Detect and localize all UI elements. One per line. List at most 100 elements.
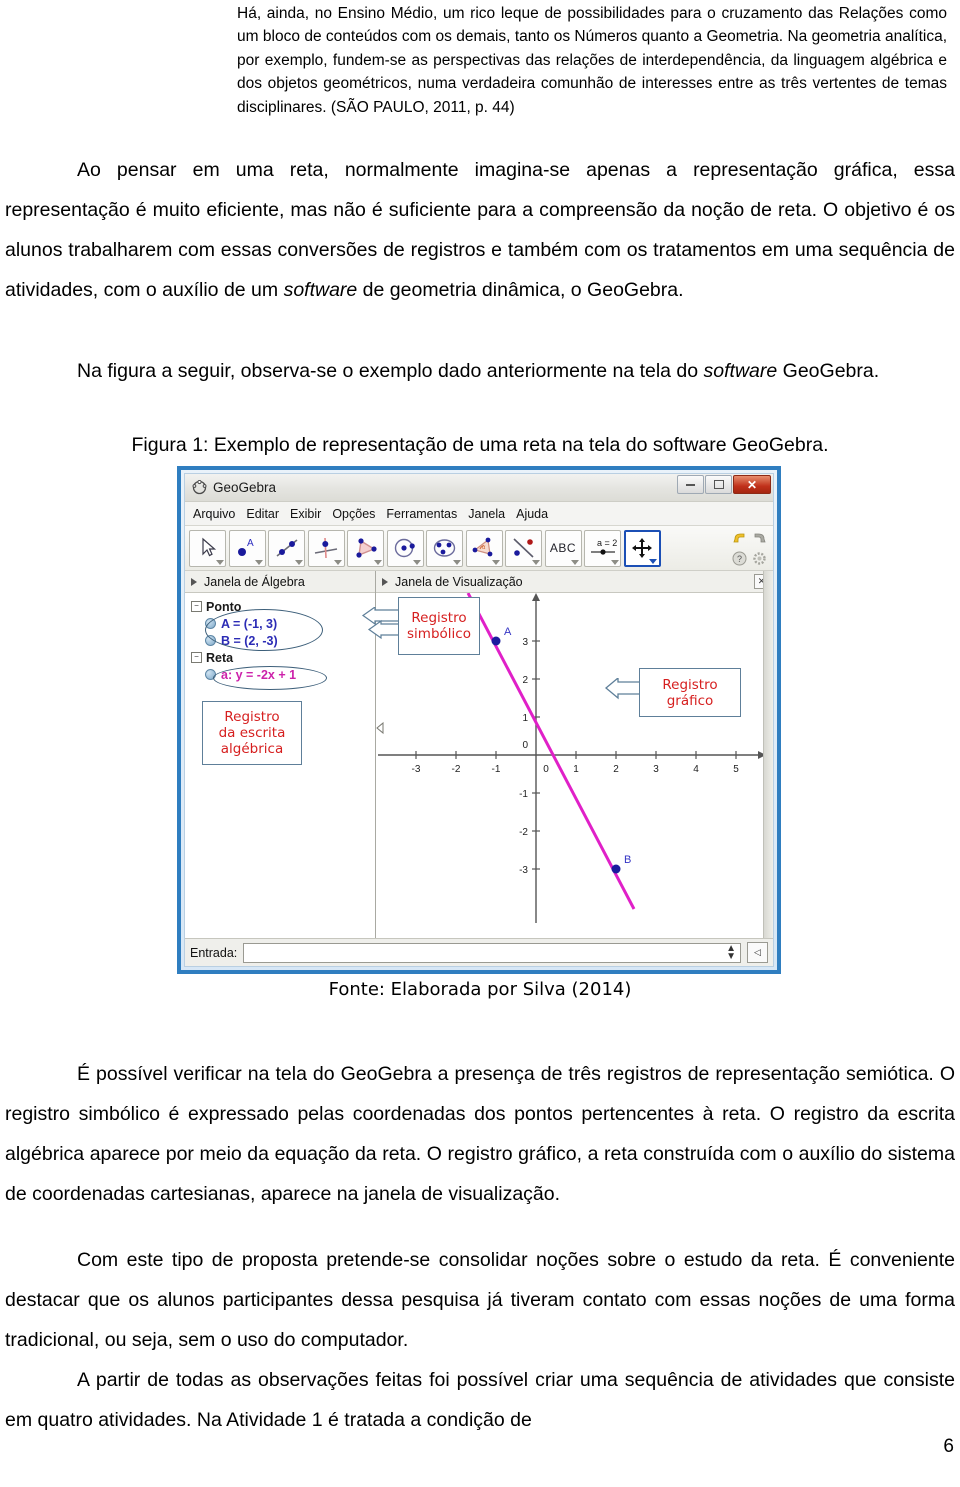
algebra-group-ponto[interactable]: − Ponto xyxy=(191,598,375,615)
svg-text:0: 0 xyxy=(543,764,549,775)
algebra-group-label: Reta xyxy=(206,650,234,665)
svg-text:-3: -3 xyxy=(519,865,528,876)
graphics-pane: Janela de Visualização ✕ -3 -2 -1 0 1 2 … xyxy=(361,571,773,938)
p2-emphasis: software xyxy=(703,360,778,382)
text-tool-button[interactable]: ABC xyxy=(544,529,582,567)
point-B-label: B xyxy=(624,854,631,866)
collapse-minus-icon[interactable]: − xyxy=(191,652,202,663)
visibility-toggle-icon[interactable] xyxy=(205,669,216,680)
menu-item-ajuda[interactable]: Ajuda xyxy=(516,507,548,521)
angle-tool-button[interactable]: α xyxy=(465,529,503,567)
svg-text:4: 4 xyxy=(693,764,699,775)
p1-emphasis: software xyxy=(283,279,358,301)
algebra-group-reta[interactable]: − Reta xyxy=(191,649,375,666)
svg-text:-1: -1 xyxy=(492,764,501,775)
visibility-toggle-icon[interactable] xyxy=(205,635,216,646)
circle-tool-button[interactable] xyxy=(386,529,424,567)
spinner-icon[interactable]: ▲ ▼ xyxy=(726,943,736,961)
point-A-icon: A xyxy=(238,538,254,556)
algebra-tree: − Ponto A = (-1, 3) B = (2, -3) − Reta a… xyxy=(185,593,375,938)
svg-text:α: α xyxy=(482,545,486,551)
point-tool-button[interactable]: A xyxy=(228,529,266,567)
chevron-down-icon xyxy=(610,560,619,565)
chevron-down-icon xyxy=(334,560,342,565)
callout-registro-escrita-algebrica: Registro da escrita algébrica xyxy=(202,701,302,765)
input-bar-label: Entrada: xyxy=(190,945,238,960)
block-quote: Há, ainda, no Ensino Médio, um rico lequ… xyxy=(237,2,947,119)
input-help-toggle-button[interactable]: ◁ xyxy=(747,942,768,963)
callout-line: Registro xyxy=(224,709,280,725)
svg-text:2: 2 xyxy=(613,764,619,775)
chevron-down-icon xyxy=(294,560,303,565)
chevron-down-icon xyxy=(215,560,224,565)
conic-tool-button[interactable] xyxy=(426,529,463,567)
svg-text:-1: -1 xyxy=(519,789,528,800)
menu-item-editar[interactable]: Editar xyxy=(246,507,279,521)
callout-arrow-grafico xyxy=(604,678,643,700)
chevron-down-icon xyxy=(492,560,500,565)
algebra-item-a[interactable]: a: y = -2x + 1 xyxy=(191,666,375,683)
paragraph-3-text: É possível verificar na tela do GeoGebra… xyxy=(5,1063,955,1205)
polygon-tool-button[interactable] xyxy=(347,529,384,567)
undo-icon[interactable] xyxy=(730,529,749,548)
paragraph-1: Ao pensar em uma reta, normalmente imagi… xyxy=(5,150,955,310)
menu-item-opcoes[interactable]: Opções xyxy=(332,507,375,521)
algebra-item-A[interactable]: A = (-1, 3) xyxy=(191,615,375,632)
help-icon[interactable]: ? xyxy=(730,549,749,568)
callout-line: algébrica xyxy=(220,741,284,757)
paragraph-5: A partir de todas as observações feitas … xyxy=(5,1360,955,1440)
line-through-points-icon xyxy=(276,539,297,557)
text-tool-label: ABC xyxy=(549,541,577,555)
geogebra-panels: Janela de Álgebra − Ponto A = (-1, 3) B … xyxy=(185,571,773,938)
svg-text:-3: -3 xyxy=(412,764,421,775)
visibility-toggle-icon[interactable] xyxy=(205,618,216,629)
callout-arrow-simbolico xyxy=(361,607,402,640)
geogebra-toolbar: A α ABC a = 2 ? xyxy=(185,526,773,571)
maximize-button[interactable] xyxy=(705,475,732,494)
redo-icon[interactable] xyxy=(750,529,769,548)
algebra-pane-header[interactable]: Janela de Álgebra xyxy=(185,571,375,593)
geogebra-logo-icon xyxy=(192,480,207,495)
point-B xyxy=(611,864,621,874)
algebra-item-label: A = (-1, 3) xyxy=(221,616,278,631)
algebra-pane-title: Janela de Álgebra xyxy=(204,574,305,589)
paragraph-1-text: Ao pensar em uma reta, normalmente imagi… xyxy=(5,150,955,310)
ellipse-points-icon xyxy=(433,539,455,557)
arrow-cursor-icon xyxy=(201,537,216,557)
chevron-down-icon xyxy=(452,560,461,565)
move-tool-button[interactable] xyxy=(189,529,226,567)
minimize-icon xyxy=(686,483,695,486)
chevron-down-icon xyxy=(373,560,382,565)
collapse-minus-icon[interactable]: − xyxy=(191,601,202,612)
callout-registro-simbolico: Registro simbólico xyxy=(398,597,480,655)
algebra-item-label: a: y = -2x + 1 xyxy=(221,667,297,682)
svg-text:0: 0 xyxy=(522,740,528,751)
p2-part2: GeoGebra. xyxy=(777,360,880,382)
minimize-button[interactable] xyxy=(677,475,704,494)
input-bar-field[interactable]: ▲ ▼ xyxy=(243,942,741,963)
move-graphics-view-tool-button[interactable] xyxy=(623,529,661,567)
perpendicular-line-tool-button[interactable] xyxy=(307,529,345,567)
svg-text:2: 2 xyxy=(522,675,528,686)
menu-item-exibir[interactable]: Exibir xyxy=(290,507,321,521)
svg-text:a = 2: a = 2 xyxy=(597,538,617,548)
menu-item-ferramentas[interactable]: Ferramentas xyxy=(386,507,457,521)
chevron-down-icon xyxy=(649,559,657,564)
svg-text:5: 5 xyxy=(733,764,739,775)
menu-item-janela[interactable]: Janela xyxy=(468,507,505,521)
triangle-icon xyxy=(355,538,377,558)
graphics-vertical-scrollbar[interactable] xyxy=(763,571,773,938)
geogebra-title-text: GeoGebra xyxy=(213,480,277,495)
menu-item-arquivo[interactable]: Arquivo xyxy=(193,507,235,521)
settings-gear-icon[interactable] xyxy=(750,549,769,568)
slider-tool-button[interactable]: a = 2 xyxy=(584,529,621,567)
graphics-collapse-handle-icon[interactable] xyxy=(376,721,385,735)
move-cross-icon xyxy=(632,538,652,558)
algebra-item-B[interactable]: B = (2, -3) xyxy=(191,632,375,649)
reflect-tool-button[interactable] xyxy=(505,529,542,567)
line-tool-button[interactable] xyxy=(268,529,305,567)
chevron-down-icon xyxy=(531,560,540,565)
graphics-pane-header[interactable]: Janela de Visualização ✕ xyxy=(376,571,773,593)
svg-text:3: 3 xyxy=(522,637,528,648)
close-button[interactable]: ✕ xyxy=(733,475,771,494)
